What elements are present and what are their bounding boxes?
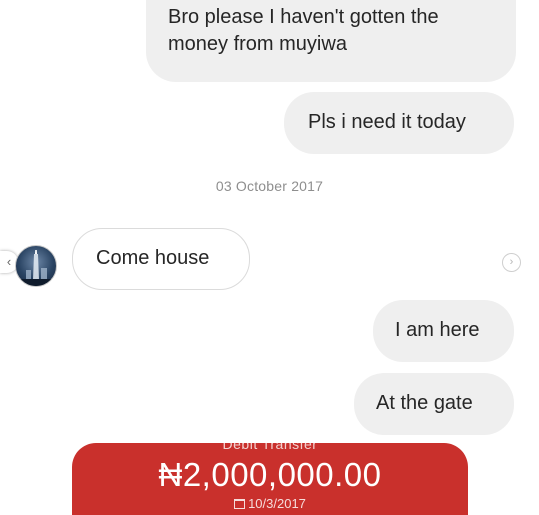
transfer-date: 10/3/2017 (248, 496, 306, 511)
avatar-image (16, 250, 56, 286)
message-text: I am here (395, 319, 480, 341)
message-text: Come house (96, 247, 210, 269)
avatar[interactable] (15, 245, 57, 287)
transfer-date-row: 10/3/2017 (72, 496, 468, 511)
calendar-icon (234, 499, 246, 509)
message-text: Bro please I haven't gotten the money fr… (168, 6, 439, 55)
date-separator: 03 October 2017 (215, 178, 324, 194)
message-text: Pls i need it today (308, 111, 466, 133)
chat-screen: Bro please I haven't gotten the money fr… (0, 0, 539, 515)
sent-message[interactable]: Bro please I haven't gotten the money fr… (146, 0, 516, 82)
sent-message[interactable]: I am here (373, 300, 514, 362)
sent-message[interactable]: Pls i need it today (284, 92, 514, 154)
transfer-type-label: Debit Transfer (222, 443, 318, 452)
transfer-card[interactable]: Debit Transfer ₦2,000,000.00 10/3/2017 (72, 443, 468, 515)
chevron-right-icon[interactable]: › (502, 253, 521, 272)
transfer-amount: ₦2,000,000.00 (158, 456, 382, 493)
received-message[interactable]: Come house (72, 228, 250, 290)
message-text: At the gate (376, 392, 473, 414)
sent-message[interactable]: At the gate (354, 373, 514, 435)
